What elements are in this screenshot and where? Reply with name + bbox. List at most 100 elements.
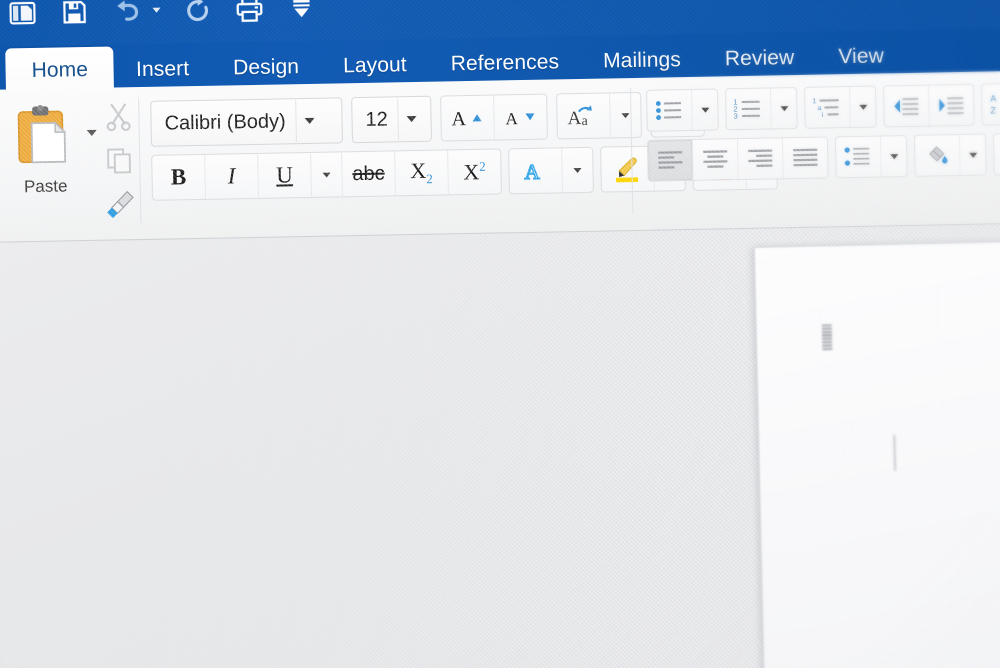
tab-view[interactable]: View [816, 34, 906, 80]
align-right-button[interactable] [737, 138, 784, 180]
svg-text:A: A [451, 108, 466, 130]
redo-icon[interactable] [179, 0, 215, 27]
underline-label: U [276, 162, 294, 188]
font-size-stepper-set: A A [440, 93, 548, 142]
shading-dropdown-caret[interactable] [960, 135, 986, 175]
line-spacing-icon [844, 147, 870, 166]
svg-text:A: A [505, 109, 518, 128]
ribbon-home-panel: Paste Calibri (Body) 12 A A A a B I U ab… [0, 70, 1000, 243]
document-page[interactable] [754, 239, 1000, 668]
multilevel-list-icon: 1 a i [812, 98, 839, 119]
text-cursor [893, 434, 897, 471]
multilevel-list-button[interactable]: 1 a i [805, 87, 851, 128]
justify-icon [793, 148, 818, 167]
text-effects-dropdown-caret[interactable] [562, 148, 593, 193]
numbering-dropdown-caret[interactable] [771, 88, 797, 128]
font-size-combobox[interactable]: 12 [351, 95, 432, 144]
align-right-icon [748, 149, 773, 167]
undo-icon[interactable] [108, 0, 144, 29]
italic-button[interactable]: I [205, 153, 259, 199]
format-painter-button[interactable] [100, 185, 141, 224]
shrink-font-button[interactable]: A [494, 95, 547, 140]
line-spacing-dropdown-caret[interactable] [881, 136, 907, 176]
print-layout-view-icon[interactable] [4, 0, 40, 31]
bold-button[interactable]: B [152, 154, 206, 200]
indent-set [883, 83, 975, 128]
superscript-button[interactable]: X2 [448, 149, 501, 194]
subscript-label: X2 [410, 158, 433, 187]
paragraph-group: 1 2 3 1 a i A Z [638, 71, 1000, 230]
shading-button[interactable] [914, 135, 961, 176]
clipboard-icon [17, 104, 67, 164]
svg-text:A: A [990, 93, 996, 103]
font-size-dropdown-caret[interactable] [399, 115, 425, 123]
tab-design[interactable]: Design [211, 45, 322, 91]
svg-text:3: 3 [733, 112, 737, 121]
svg-text:1: 1 [812, 98, 816, 105]
italic-label: I [227, 163, 236, 189]
customize-quick-access-toolbar-icon[interactable] [283, 0, 319, 25]
sort-button[interactable]: A Z [982, 84, 1000, 125]
grow-font-button[interactable]: A [441, 95, 495, 141]
svg-text:Z: Z [990, 105, 996, 115]
save-icon[interactable] [56, 0, 92, 30]
tab-review[interactable]: Review [702, 36, 816, 82]
multilevel-list-set: 1 a i [804, 85, 877, 129]
font-size-value: 12 [365, 108, 388, 131]
underline-button[interactable]: U [258, 152, 312, 198]
tab-layout[interactable]: Layout [321, 43, 429, 89]
justify-button[interactable] [783, 137, 828, 178]
clipboard-side-buttons [98, 97, 140, 224]
tab-references[interactable]: References [428, 40, 581, 87]
align-center-button[interactable] [692, 139, 739, 180]
print-icon[interactable] [231, 0, 267, 26]
shading-set [913, 133, 987, 177]
bold-label: B [170, 164, 187, 190]
font-style-set: B I U abc X2 X2 [151, 148, 502, 201]
clipboard-group: Paste [0, 87, 143, 242]
bullets-button[interactable] [647, 89, 693, 131]
borders-button[interactable] [993, 133, 1000, 175]
font-name-combobox[interactable]: Calibri (Body) [150, 97, 343, 147]
align-center-icon [703, 150, 728, 168]
multilevel-list-dropdown-caret[interactable] [850, 87, 876, 127]
numbering-button[interactable]: 1 2 3 [726, 88, 772, 130]
underline-dropdown-caret[interactable] [311, 152, 343, 197]
svg-text:a: a [581, 114, 588, 129]
line-spacing-button[interactable] [835, 136, 882, 178]
increase-indent-icon [939, 96, 964, 115]
subscript-button[interactable]: X2 [395, 150, 449, 196]
shrink-font-icon: A [505, 109, 535, 128]
tab-home[interactable]: Home [5, 46, 115, 95]
numbering-set: 1 2 3 [725, 87, 798, 131]
copy-button[interactable] [99, 141, 140, 180]
paragraph-row-top: 1 2 3 1 a i A Z [646, 82, 1000, 132]
undo-dropdown-caret[interactable] [150, 0, 163, 28]
screenshot-stage: Home Insert Design Layout References Mai… [0, 0, 1000, 668]
tab-insert[interactable]: Insert [114, 47, 212, 93]
strikethrough-label: abc [352, 162, 385, 185]
strikethrough-button[interactable]: abc [342, 151, 396, 197]
scissors-icon [106, 103, 131, 132]
paste-dropdown-caret[interactable] [86, 129, 97, 137]
line-spacing-set [834, 135, 908, 179]
numbered-list-icon: 1 2 3 [733, 98, 760, 121]
text-effects-button[interactable]: A [509, 148, 563, 194]
svg-text:A: A [524, 160, 540, 184]
font-name-value: Calibri (Body) [164, 109, 286, 135]
grow-font-icon: A [451, 108, 482, 130]
change-case-button[interactable]: A a [557, 93, 611, 139]
tab-mailings[interactable]: Mailings [581, 38, 704, 84]
increase-indent-button[interactable] [929, 85, 974, 126]
decrease-indent-button[interactable] [884, 85, 930, 127]
paste-button[interactable]: Paste [4, 102, 86, 197]
bullets-set [646, 88, 719, 132]
paint-bucket-icon [929, 146, 948, 164]
align-left-button[interactable] [647, 139, 694, 181]
change-case-icon: A a [567, 105, 592, 129]
font-name-dropdown-caret[interactable] [297, 117, 323, 125]
change-case-dropdown-caret[interactable] [610, 93, 641, 138]
sort-az-icon: A Z [990, 93, 996, 115]
cut-button[interactable] [98, 97, 139, 136]
bullets-dropdown-caret[interactable] [692, 89, 718, 129]
